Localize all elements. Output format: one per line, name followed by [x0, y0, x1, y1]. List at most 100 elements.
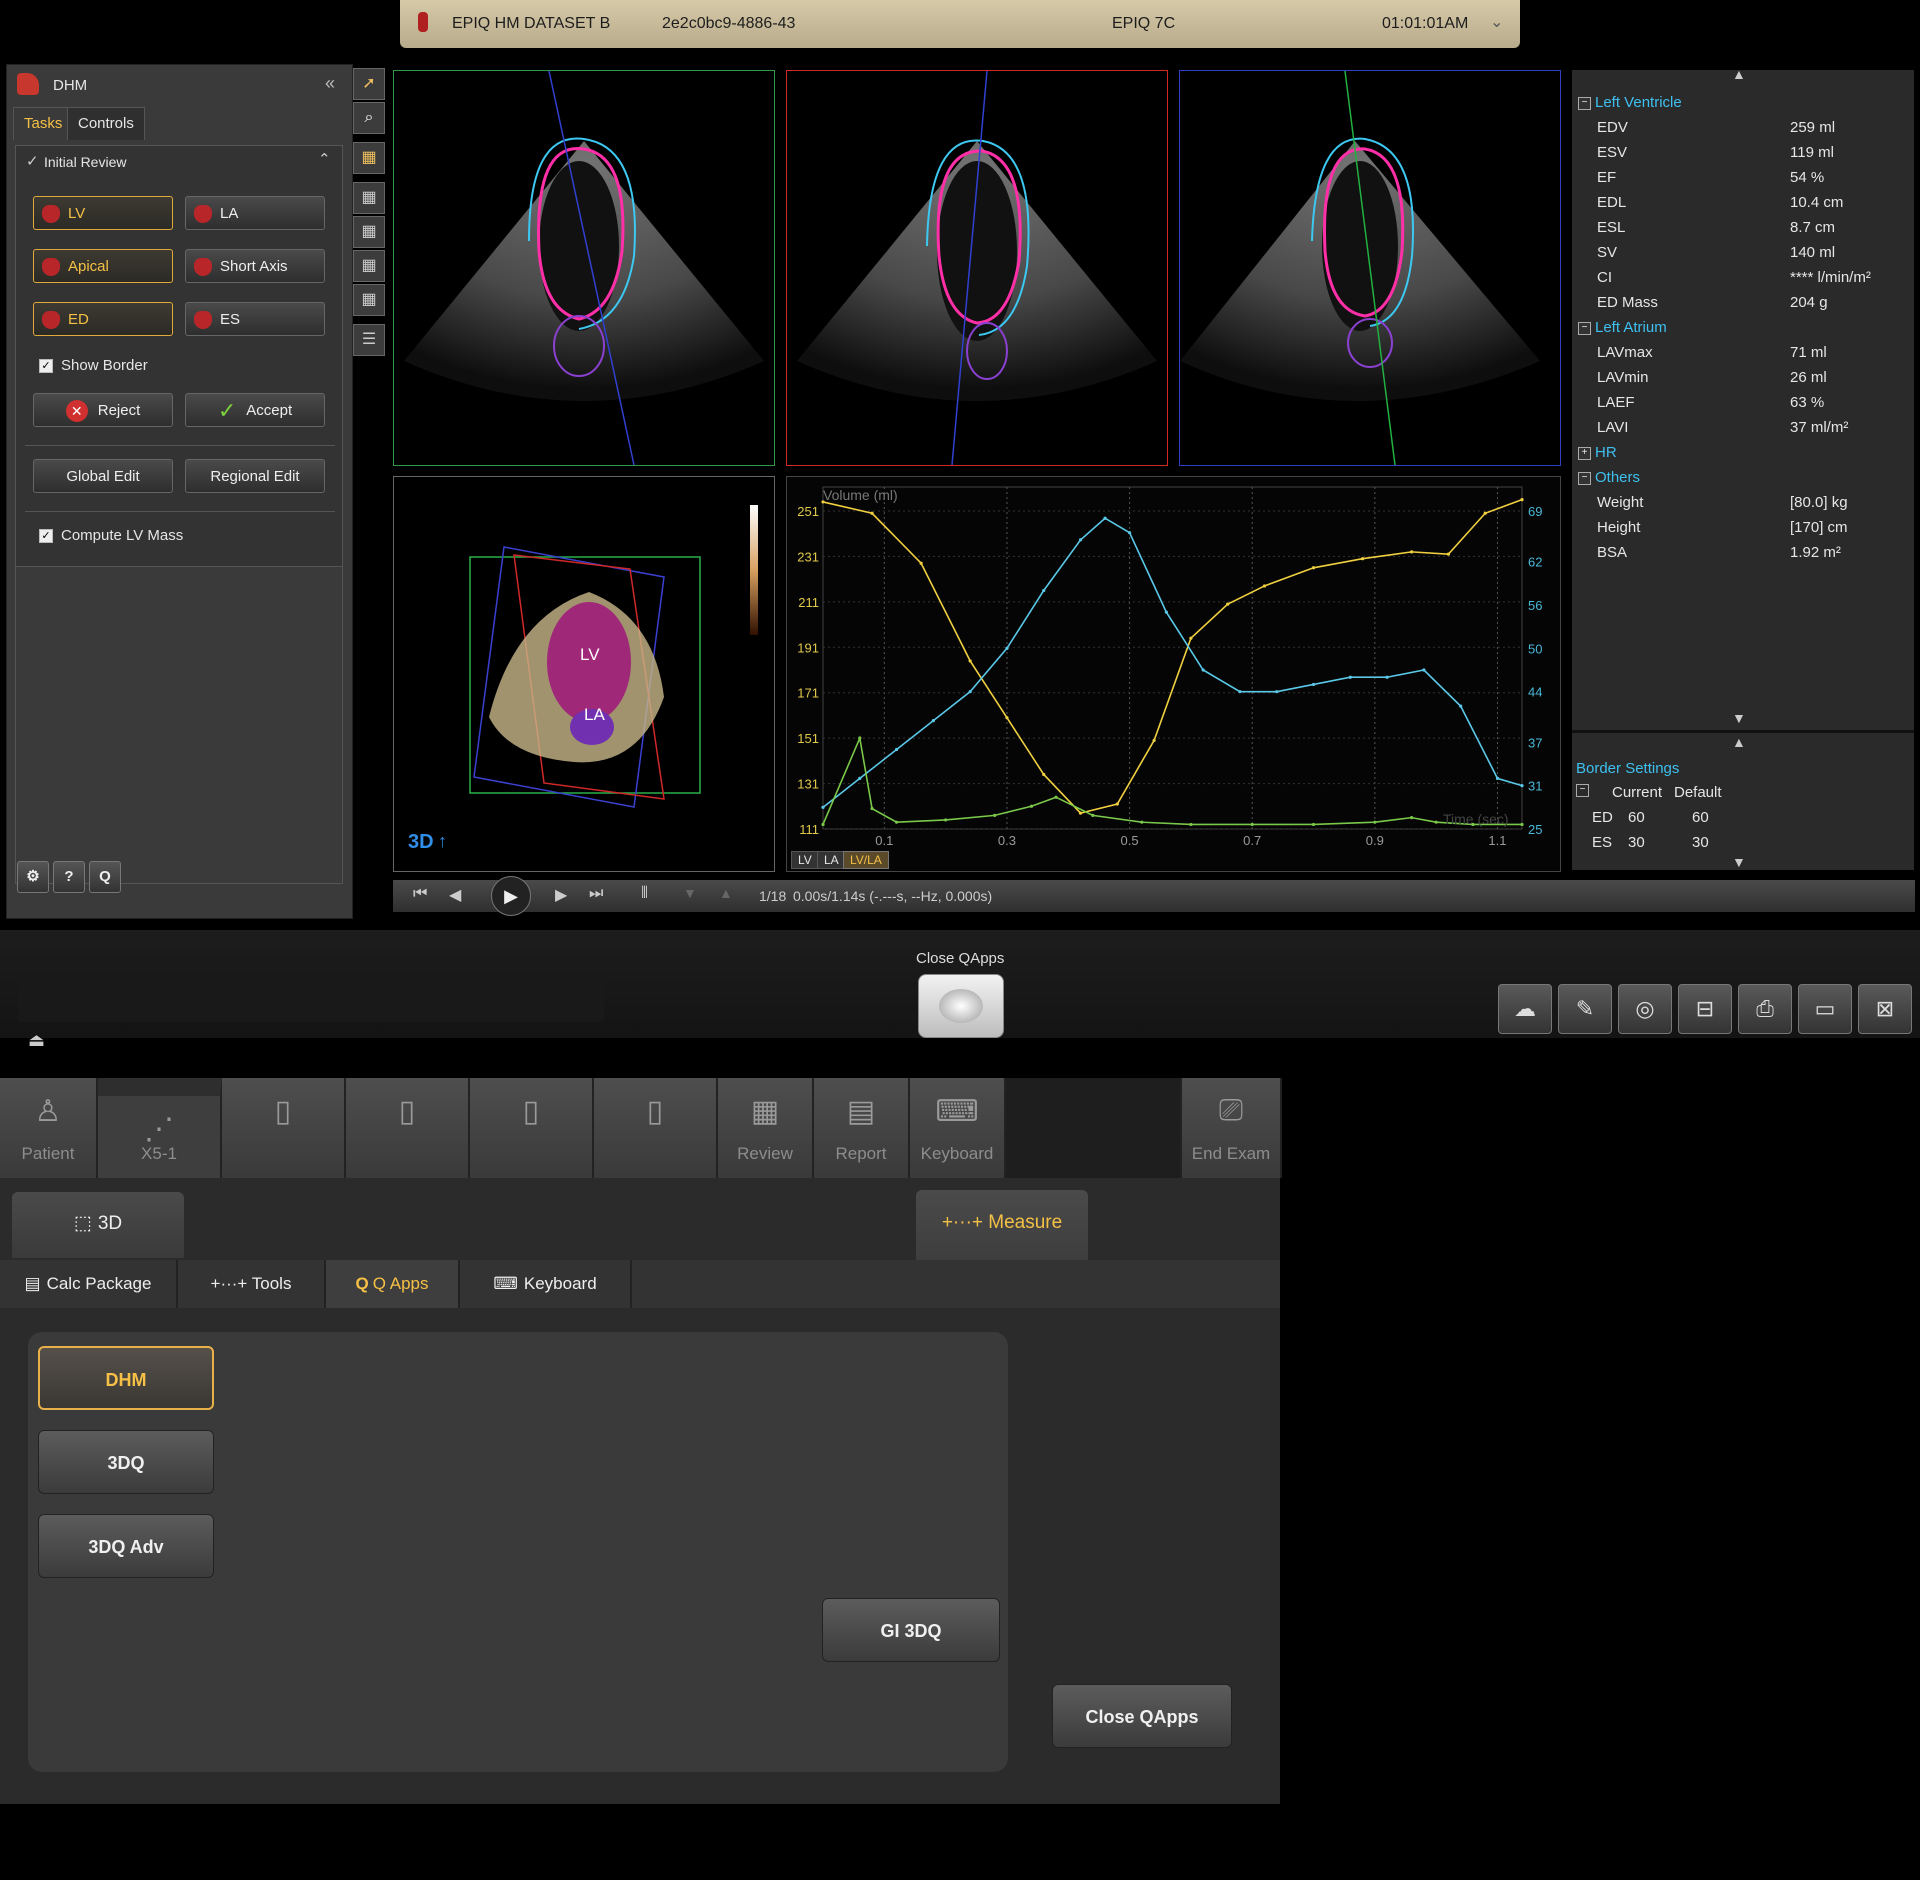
chevron-down-icon[interactable]: ⌄	[1490, 12, 1503, 32]
up-triangle-icon[interactable]: ▲	[719, 885, 733, 901]
scroll-down-icon[interactable]: ▼	[1732, 710, 1746, 726]
collapse-icon[interactable]: −	[1578, 471, 1591, 485]
first-frame-icon[interactable]: ⏮	[413, 885, 427, 903]
wireless-error-icon[interactable]: ⊠	[1858, 984, 1912, 1034]
series-point	[1410, 550, 1414, 554]
la-button[interactable]: LA	[185, 196, 325, 230]
section-title[interactable]: Initial Review	[44, 154, 126, 170]
play-icon[interactable]: ▶	[491, 876, 531, 916]
accept-button[interactable]: ✓ Accept	[185, 393, 325, 427]
chart-tab-la[interactable]: LA	[817, 851, 846, 869]
layout-option-icon[interactable]: ▦	[353, 182, 385, 214]
apical-button[interactable]: Apical	[33, 249, 173, 283]
collapse-icon[interactable]: −	[1576, 784, 1589, 797]
tab-calc-package[interactable]: ▤ Calc Package	[0, 1260, 178, 1308]
lv-button[interactable]: LV	[33, 196, 173, 230]
tab-tasks[interactable]: Tasks	[13, 107, 74, 140]
layout-option-icon[interactable]: ▦	[353, 216, 385, 248]
ed-current[interactable]: 60	[1628, 809, 1645, 826]
series-point	[1189, 636, 1193, 640]
results-group-header[interactable]: − Left Atrium	[1578, 319, 1667, 336]
disc-icon[interactable]: ◎	[1618, 984, 1672, 1034]
down-triangle-icon[interactable]: ▼	[683, 885, 697, 901]
close-qapps-button[interactable]: Close QApps	[1052, 1684, 1232, 1748]
close-qapps-hardkey[interactable]	[918, 974, 1004, 1038]
collapse-icon[interactable]: «	[325, 73, 335, 94]
chart-tab-lv[interactable]: LV	[791, 851, 819, 869]
next-frame-icon[interactable]: ▶	[555, 885, 567, 905]
touch-tab[interactable]: ▯	[470, 1078, 594, 1178]
help-icon[interactable]: ?	[53, 861, 85, 893]
touch-tab[interactable]: ⌨ Keyboard	[910, 1078, 1006, 1178]
mode-3d-tab[interactable]: ⬚ 3D	[12, 1192, 184, 1258]
gi-3dq-app-button[interactable]: GI 3DQ	[822, 1598, 1000, 1662]
service-tools-icon[interactable]: ✎	[1558, 984, 1612, 1034]
time-readout: 0.00s/1.14s (-.---s, --Hz, 0.000s)	[793, 888, 993, 904]
tab-keyboard[interactable]: ⌨ Keyboard	[460, 1260, 632, 1308]
scroll-down-icon[interactable]: ▼	[1732, 854, 1746, 870]
touch-tab[interactable]: ⋰ X5-1	[98, 1078, 222, 1178]
3dq-adv-app-button[interactable]: 3DQ Adv	[38, 1514, 214, 1578]
q-icon[interactable]: Q	[89, 861, 121, 893]
gear-icon[interactable]: ⚙	[17, 861, 49, 893]
results-group-header[interactable]: + HR	[1578, 444, 1617, 461]
scroll-up-icon[interactable]: ▲	[1732, 734, 1746, 750]
strip-groove	[18, 978, 604, 1022]
es-current[interactable]: 30	[1628, 834, 1645, 851]
tab-q-apps[interactable]: QQ Apps	[326, 1260, 460, 1308]
result-label: SV	[1597, 244, 1618, 261]
last-frame-icon[interactable]: ⏭	[589, 885, 603, 903]
probe-slot-icon: ▯	[398, 1095, 416, 1128]
list-view-icon[interactable]: ☰	[353, 324, 385, 356]
pointer-tool-icon[interactable]: ➚	[353, 68, 385, 100]
dhm-app-button[interactable]: DHM	[38, 1346, 214, 1410]
show-border-checkbox[interactable]: ✓ Show Border	[39, 357, 148, 374]
apical-view-1[interactable]	[393, 70, 775, 466]
marker-icon[interactable]: ⦀	[641, 885, 648, 903]
touch-tab[interactable]: ▯	[346, 1078, 470, 1178]
apical-view-2[interactable]	[786, 70, 1168, 466]
tab-controls[interactable]: Controls	[67, 107, 145, 140]
touch-tab[interactable]: ▯	[594, 1078, 718, 1178]
measure-tab[interactable]: +···+ Measure	[916, 1190, 1088, 1260]
plot-frame	[822, 486, 1523, 830]
reject-button[interactable]: ✕ Reject	[33, 393, 173, 427]
tab-tools[interactable]: +···+ Tools	[178, 1260, 326, 1308]
series-line	[822, 498, 1523, 814]
layout-option-icon[interactable]: ▦	[353, 284, 385, 316]
battery-icon[interactable]: ▭	[1798, 984, 1852, 1034]
expand-icon[interactable]: +	[1578, 446, 1591, 460]
touch-tab[interactable]: ♙ Patient	[0, 1078, 98, 1178]
touch-tab[interactable]: ▤ Report	[814, 1078, 910, 1178]
global-edit-button[interactable]: Global Edit	[33, 459, 173, 493]
heart-icon	[194, 205, 212, 224]
apical-view-3[interactable]	[1179, 70, 1561, 466]
touch-tab[interactable]	[1006, 1078, 1182, 1178]
touch-tab[interactable]: ▯	[222, 1078, 346, 1178]
3dq-app-button[interactable]: 3DQ	[38, 1430, 214, 1494]
chevron-up-icon[interactable]: ⌃	[318, 150, 331, 168]
prev-frame-icon[interactable]: ◀	[449, 885, 461, 905]
es-button[interactable]: ES	[185, 302, 325, 336]
ed-button[interactable]: ED	[33, 302, 173, 336]
layout-quad-icon[interactable]: ▦	[353, 142, 385, 174]
compute-lv-mass-checkbox[interactable]: ✓ Compute LV Mass	[39, 527, 183, 544]
short-axis-button[interactable]: Short Axis	[185, 249, 325, 283]
printer-icon[interactable]: ⎙	[1738, 984, 1792, 1034]
results-group-header[interactable]: − Others	[1578, 469, 1640, 486]
collapse-icon[interactable]: −	[1578, 96, 1591, 110]
scroll-up-icon[interactable]: ▲	[1732, 66, 1746, 82]
touch-tab[interactable]: ▦ Review	[718, 1078, 814, 1178]
zoom-tool-icon[interactable]: ⌕	[353, 102, 385, 134]
layout-option-icon[interactable]: ▦	[353, 250, 385, 282]
volume-3d-view[interactable]: LV LA 3D ↑	[393, 476, 775, 872]
cloud-warning-icon[interactable]: ☁	[1498, 984, 1552, 1034]
regional-edit-button[interactable]: Regional Edit	[185, 459, 325, 493]
touch-tab[interactable]: ⎚ End Exam	[1182, 1078, 1282, 1178]
results-group-header[interactable]: − Left Ventricle	[1578, 94, 1682, 111]
series-line	[822, 517, 1523, 808]
network-icon[interactable]: ⊟	[1678, 984, 1732, 1034]
chart-tab-lv-la[interactable]: LV/LA	[843, 851, 889, 869]
collapse-icon[interactable]: −	[1578, 321, 1591, 335]
touch-tab-label: Report	[835, 1144, 887, 1163]
